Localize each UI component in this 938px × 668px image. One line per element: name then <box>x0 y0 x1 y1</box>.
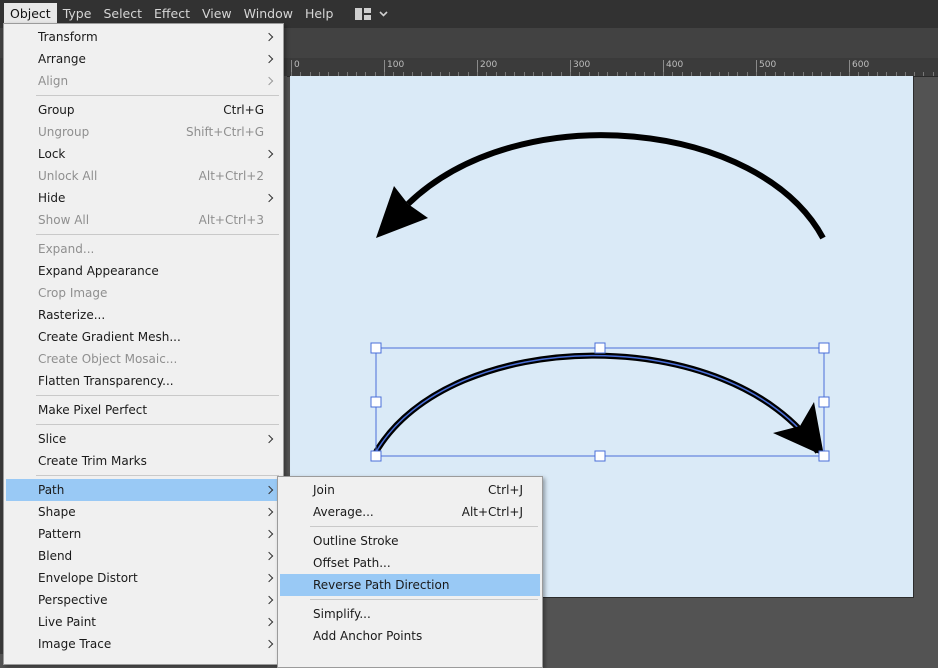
ruler-tick: 0 <box>291 60 300 75</box>
menu-effect[interactable]: Effect <box>148 3 196 25</box>
shortcut-label: Shift+Ctrl+G <box>185 125 264 139</box>
object-menu-dropdown: Transform Arrange Align Group Ctrl+G Ungr… <box>3 23 284 665</box>
menu-item-blend[interactable]: Blend <box>6 545 281 567</box>
ruler-minor-tick <box>932 72 934 76</box>
path-submenu: Join Ctrl+J Average... Alt+Ctrl+J Outline … <box>277 476 543 668</box>
menu-select[interactable]: Select <box>97 3 148 25</box>
ruler-minor-tick <box>923 72 925 76</box>
chevron-right-icon <box>264 434 274 444</box>
bbox-handle-bl <box>370 450 382 462</box>
chevron-right-icon <box>264 595 274 605</box>
bbox-handle-bc <box>594 450 606 462</box>
menu-item-add-anchor-points[interactable]: Add Anchor Points <box>280 625 540 647</box>
chevron-right-icon <box>264 529 274 539</box>
bbox-handle-br <box>818 450 830 462</box>
selection-bounding-box <box>375 347 825 457</box>
menu-item-offset-path[interactable]: Offset Path... <box>280 552 540 574</box>
menu-item-group[interactable]: Group Ctrl+G <box>6 99 281 121</box>
menu-separator <box>36 424 279 425</box>
shortcut-label: Alt+Ctrl+3 <box>198 213 264 227</box>
menu-item-rasterize[interactable]: Rasterize... <box>6 304 281 326</box>
horizontal-ruler[interactable]: 0 100 200 300 400 500 600 <box>287 60 938 77</box>
menu-item-flatten-transparency[interactable]: Flatten Transparency... <box>6 370 281 392</box>
bottom-arrow-path <box>373 352 821 454</box>
menu-item-average[interactable]: Average... Alt+Ctrl+J <box>280 501 540 523</box>
menu-item-pattern[interactable]: Pattern <box>6 523 281 545</box>
menu-item-outline-stroke[interactable]: Outline Stroke <box>280 530 540 552</box>
shortcut-label: Alt+Ctrl+J <box>461 505 523 519</box>
bbox-handle-ml <box>370 396 382 408</box>
chevron-right-icon <box>264 32 274 42</box>
menu-item-simplify[interactable]: Simplify... <box>280 603 540 625</box>
bbox-handle-tl <box>370 342 382 354</box>
menu-item-show-all: Show All Alt+Ctrl+3 <box>6 209 281 231</box>
menu-separator <box>36 95 279 96</box>
menu-item-unlock-all: Unlock All Alt+Ctrl+2 <box>6 165 281 187</box>
chevron-right-icon <box>264 54 274 64</box>
menu-view[interactable]: View <box>196 3 238 25</box>
menu-item-live-paint[interactable]: Live Paint <box>6 611 281 633</box>
menu-help[interactable]: Help <box>299 3 340 25</box>
menu-separator <box>310 599 538 600</box>
shortcut-label: Ctrl+G <box>223 103 264 117</box>
menu-separator <box>310 526 538 527</box>
menu-item-image-trace[interactable]: Image Trace <box>6 633 281 655</box>
menu-separator <box>36 395 279 396</box>
chevron-down-icon <box>379 11 389 17</box>
chevron-right-icon <box>264 507 274 517</box>
menu-item-expand-appearance[interactable]: Expand Appearance <box>6 260 281 282</box>
chevron-right-icon <box>264 573 274 583</box>
chevron-right-icon <box>264 193 274 203</box>
bbox-handle-tr <box>818 342 830 354</box>
menu-item-align: Align <box>6 70 281 92</box>
menu-separator <box>36 234 279 235</box>
menu-object[interactable]: Object <box>4 3 57 25</box>
top-arrow-path <box>405 132 826 240</box>
menu-item-envelope-distort[interactable]: Envelope Distort <box>6 567 281 589</box>
workspace-switcher[interactable] <box>355 8 389 20</box>
ruler-minor-tick <box>914 72 916 76</box>
menu-item-transform[interactable]: Transform <box>6 26 281 48</box>
chevron-right-icon <box>264 617 274 627</box>
bbox-handle-mr <box>818 396 830 408</box>
menu-item-create-gradient-mesh[interactable]: Create Gradient Mesh... <box>6 326 281 348</box>
menu-item-join[interactable]: Join Ctrl+J <box>280 479 540 501</box>
menu-item-create-trim-marks[interactable]: Create Trim Marks <box>6 450 281 472</box>
menu-item-hide[interactable]: Hide <box>6 187 281 209</box>
menu-item-expand: Expand... <box>38 242 95 256</box>
selection-path-highlight <box>375 354 819 453</box>
menu-item-reverse-path-direction[interactable]: Reverse Path Direction <box>280 574 540 596</box>
shortcut-label: Alt+Ctrl+2 <box>198 169 264 183</box>
menu-item-path[interactable]: Path <box>6 479 281 501</box>
bbox-handle-tc <box>594 342 606 354</box>
menu-item-crop-image: Crop Image <box>38 286 108 300</box>
shortcut-label: Ctrl+J <box>488 483 523 497</box>
menu-item-slice[interactable]: Slice <box>6 428 281 450</box>
menu-item-ungroup: Ungroup Shift+Ctrl+G <box>6 121 281 143</box>
menu-item-perspective[interactable]: Perspective <box>6 589 281 611</box>
menu-separator <box>36 475 279 476</box>
chevron-right-icon <box>264 76 274 86</box>
workspace-layout-icon <box>355 8 372 20</box>
menu-item-create-object-mosaic: Create Object Mosaic... <box>38 352 178 366</box>
chevron-right-icon <box>264 149 274 159</box>
menu-type[interactable]: Type <box>57 3 98 25</box>
menu-item-shape[interactable]: Shape <box>6 501 281 523</box>
chevron-right-icon <box>264 551 274 561</box>
chevron-right-icon <box>264 485 274 495</box>
menu-window[interactable]: Window <box>238 3 299 25</box>
chevron-right-icon <box>264 639 274 649</box>
menu-item-arrange[interactable]: Arrange <box>6 48 281 70</box>
menu-item-lock[interactable]: Lock <box>6 143 281 165</box>
menu-item-make-pixel-perfect[interactable]: Make Pixel Perfect <box>6 399 281 421</box>
